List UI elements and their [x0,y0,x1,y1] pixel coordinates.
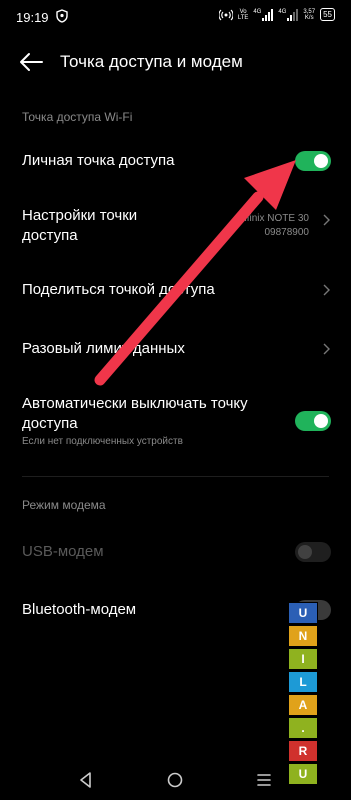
bluetooth-modem-label: Bluetooth-модем [22,601,137,618]
chevron-right-icon [323,214,330,226]
data-limit-label: Разовый лимит данных [22,340,185,357]
share-hotspot-label: Поделиться точкой доступа [22,281,215,298]
watermark-letter: A [288,694,318,716]
watermark-letter: . [288,717,318,739]
battery-icon: 55 [320,8,335,21]
volte-indicator: Vo LTE [237,8,249,21]
network-speed: 3,57 K/s [303,8,316,21]
shield-icon [56,9,68,23]
system-nav-bar [0,760,351,800]
page-title: Точка доступа и модем [60,52,243,71]
auto-off-subtitle: Если нет подключенных устройств [22,436,183,447]
usb-modem-label: USB-модем [22,543,104,560]
hotspot-settings-label: Настройки точки доступа [22,207,138,244]
watermark-letter: N [288,625,318,647]
hotspot-status-icon [218,9,233,20]
back-arrow-icon[interactable] [18,50,44,74]
clock: 19:19 [16,10,49,25]
divider [22,476,329,477]
chevron-right-icon [323,343,330,355]
personal-hotspot-toggle[interactable] [295,151,331,171]
signal-bars-icon [262,8,274,21]
back-triangle-icon[interactable] [76,770,96,790]
section-header-modem: Режим модема [22,498,106,512]
app-header: Точка доступа и модем [0,38,351,86]
section-header-wifi: Точка доступа Wi-Fi [22,110,133,124]
watermark-letter: U [288,602,318,624]
watermark-letter: I [288,648,318,670]
auto-off-label: Автоматически выключать точку доступа [22,395,248,432]
signal-1: 4G [253,8,274,21]
recents-menu-icon[interactable] [254,770,274,790]
watermark-letter: L [288,671,318,693]
auto-off-toggle[interactable] [295,411,331,431]
watermark-letter: R [288,740,318,762]
signal-bars-icon [287,8,299,21]
unila-watermark: UNILA.RU [288,602,318,786]
chevron-right-icon [323,284,330,296]
signal-2: 4G [278,8,299,21]
personal-hotspot-label: Личная точка доступа [22,152,175,169]
home-circle-icon[interactable] [165,770,185,790]
usb-modem-toggle[interactable] [295,542,331,562]
status-bar: 19:19 Vo LTE 4G 4G 3,57 K/s 55 [0,0,351,32]
hotspot-settings-value: Infinix NOTE 30 09878900 [238,213,309,238]
